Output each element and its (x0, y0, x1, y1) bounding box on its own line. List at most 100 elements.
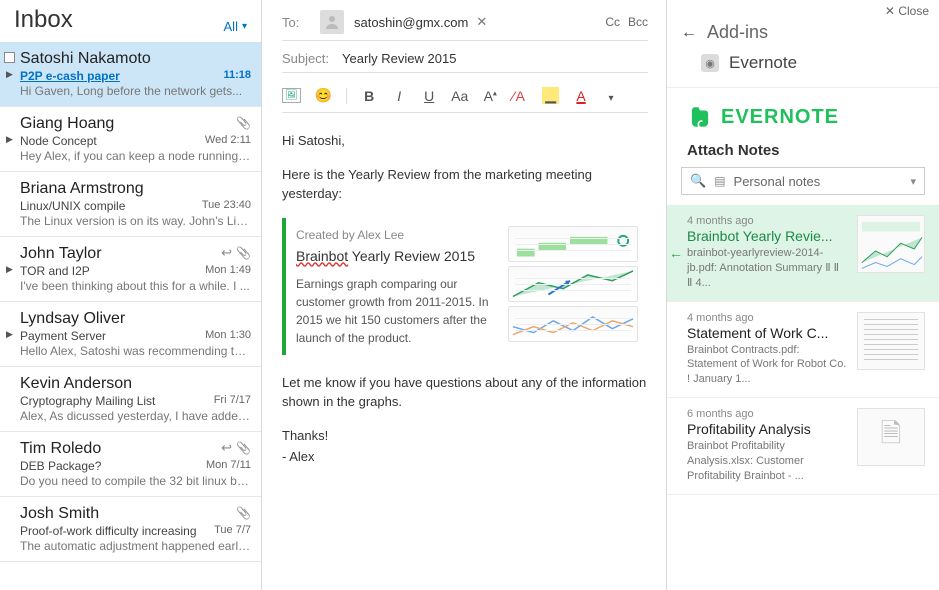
thread-expand-icon[interactable]: ▶ (6, 134, 13, 145)
notebook-icon: ▤ (714, 174, 725, 188)
message-checkbox[interactable] (4, 52, 15, 63)
message-item[interactable]: ▶Giang HoangNode ConceptWed 2:11Hey Alex… (0, 107, 261, 172)
attachment-icon (236, 115, 251, 130)
note-age: 4 months ago (687, 312, 847, 324)
message-time: Mon 1:30 (199, 329, 251, 343)
note-meta: Brainbot Contracts.pdf: Statement of Wor… (687, 343, 847, 388)
subject-row: Subject: Yearly Review 2015 (282, 51, 648, 73)
thread-expand-icon[interactable]: ▶ (6, 69, 13, 80)
superscript-button[interactable]: A▴ (482, 88, 498, 104)
message-time: Mon 1:49 (199, 264, 251, 278)
note-title: Statement of Work C... (687, 325, 847, 341)
evernote-brand-text: EVERNOTE (721, 106, 839, 129)
inbox-filter-dropdown[interactable]: All ▾ (224, 19, 247, 34)
inbox-filter-label: All (224, 19, 238, 34)
message-time: Fri 7/17 (208, 394, 251, 408)
to-row: To: satoshin@gmx.com ✕ Cc Bcc (282, 10, 648, 41)
note-card[interactable]: 4 months agoStatement of Work C... Brainb… (667, 302, 939, 399)
note-thumbnail (857, 215, 925, 273)
highlight-button[interactable]: ▁ (542, 87, 559, 104)
body-signature: - Alex (282, 447, 648, 467)
body-greeting: Hi Satoshi, (282, 131, 648, 151)
thread-expand-icon[interactable]: ▶ (6, 329, 13, 340)
compose-body[interactable]: Hi Satoshi, Here is the Yearly Review fr… (282, 131, 648, 467)
back-icon[interactable]: ← (681, 24, 697, 42)
more-format-icon[interactable]: ▾ (603, 88, 619, 104)
inbox-header: Inbox All ▾ (0, 0, 261, 42)
bcc-button[interactable]: Bcc (628, 15, 648, 29)
reply-icon (221, 440, 232, 456)
note-thumbnail (857, 312, 925, 370)
notebook-selected: Personal notes (734, 174, 903, 189)
addin-pane: ✕ Close ← Add-ins ◉ Evernote EVERNOTE At… (667, 0, 939, 590)
note-title: Brainbot Yearly Revie... (687, 228, 847, 244)
message-preview: The automatic adjustment happened earli … (20, 539, 251, 553)
emoji-icon[interactable]: 😊 (315, 87, 332, 104)
message-subject: Node Concept (20, 134, 97, 148)
message-time: 11:18 (217, 69, 251, 83)
embedded-note-creator: Created by Alex Lee (296, 226, 496, 244)
message-sender: Josh Smith (20, 505, 251, 523)
note-thumbnail: 🗎 (857, 408, 925, 466)
insert-image-icon[interactable]: 🖼 (282, 88, 301, 103)
message-sender: Briana Armstrong (20, 180, 251, 198)
message-subject: Payment Server (20, 329, 106, 343)
recipient-chip[interactable]: satoshin@gmx.com ✕ (354, 14, 489, 30)
app-root: Inbox All ▾ ▶Satoshi NakamotoP2P e-cash … (0, 0, 939, 590)
message-subject: DEB Package? (20, 459, 101, 473)
note-title: Profitability Analysis (687, 421, 847, 437)
message-sender: John Taylor (20, 245, 251, 263)
attachment-icon (236, 505, 251, 520)
note-meta: Brainbot Profitability Analysis.xlsx: Cu… (687, 439, 847, 484)
embedded-note[interactable]: Created by Alex Lee Brainbot Yearly Revi… (282, 218, 648, 355)
font-size-button[interactable]: Aa (451, 88, 468, 104)
remove-recipient-icon[interactable]: ✕ (474, 14, 489, 30)
compose-pane: To: satoshin@gmx.com ✕ Cc Bcc Subject: Y… (262, 0, 667, 590)
message-subject: Proof-of-work difficulty increasing (20, 524, 197, 538)
subject-input[interactable]: Yearly Review 2015 (342, 51, 456, 66)
italic-button[interactable]: I (391, 88, 407, 104)
close-addin-button[interactable]: ✕ Close (667, 0, 939, 20)
addin-app-row[interactable]: ◉ Evernote (667, 51, 939, 88)
message-preview: Do you need to compile the 32 bit linux … (20, 474, 251, 488)
message-item[interactable]: Briana ArmstrongLinux/UNIX compileTue 23… (0, 172, 261, 237)
message-item[interactable]: ▶Lyndsay OliverPayment ServerMon 1:30Hel… (0, 302, 261, 367)
attach-notes-heading: Attach Notes (667, 136, 939, 167)
message-status-icons (221, 440, 251, 456)
cc-button[interactable]: Cc (605, 15, 620, 29)
search-icon: 🔍 (690, 173, 706, 189)
message-preview: Alex, As dicussed yesterday, I have adde… (20, 409, 251, 423)
message-item[interactable]: ▶Satoshi NakamotoP2P e-cash paper11:18Hi… (0, 42, 261, 107)
note-card[interactable]: 6 months agoProfitability AnalysisBrainb… (667, 398, 939, 495)
message-preview: Hey Alex, if you can keep a node running… (20, 149, 251, 163)
message-sender: Giang Hoang (20, 115, 251, 133)
notebook-selector[interactable]: 🔍 ▤ Personal notes ▾ (681, 167, 925, 195)
note-meta: brainbot-yearlyreview-2014-jb.pdf: Annot… (687, 246, 847, 291)
message-sender: Satoshi Nakamoto (20, 50, 251, 68)
message-sender: Lyndsay Oliver (20, 310, 251, 328)
message-item[interactable]: ▶John TaylorTOR and I2PMon 1:49I've been… (0, 237, 261, 302)
insert-note-icon[interactable]: ← (669, 245, 683, 261)
note-info: 4 months agoBrainbot Yearly Revie... brai… (687, 215, 847, 291)
bold-button[interactable]: B (361, 88, 377, 104)
message-item[interactable]: Kevin AndersonCryptography Mailing ListF… (0, 367, 261, 432)
message-subject: TOR and I2P (20, 264, 90, 278)
note-card[interactable]: ← 4 months agoBrainbot Yearly Revie... bra… (667, 205, 939, 302)
message-status-icons (236, 115, 251, 130)
note-age: 4 months ago (687, 215, 847, 227)
thread-expand-icon[interactable]: ▶ (6, 264, 13, 275)
attachment-icon (236, 440, 251, 456)
message-time: Mon 7/11 (200, 459, 251, 473)
recipient-avatar-icon (320, 10, 344, 34)
embedded-note-text: Created by Alex Lee Brainbot Yearly Revi… (296, 226, 496, 347)
message-subject: Linux/UNIX compile (20, 199, 125, 213)
message-item[interactable]: Tim RoledoDEB Package?Mon 7/11Do you nee… (0, 432, 261, 497)
message-item[interactable]: Josh SmithProof-of-work difficulty incre… (0, 497, 261, 562)
note-info: 6 months agoProfitability AnalysisBrainb… (687, 408, 847, 484)
close-icon: ✕ (885, 4, 895, 18)
font-color-button[interactable]: A (573, 88, 589, 104)
clear-format-button[interactable]: A⁄ (512, 88, 528, 104)
addins-title: Add-ins (707, 22, 768, 43)
embedded-note-title: Brainbot Yearly Review 2015 (296, 246, 496, 267)
underline-button[interactable]: U (421, 88, 437, 104)
